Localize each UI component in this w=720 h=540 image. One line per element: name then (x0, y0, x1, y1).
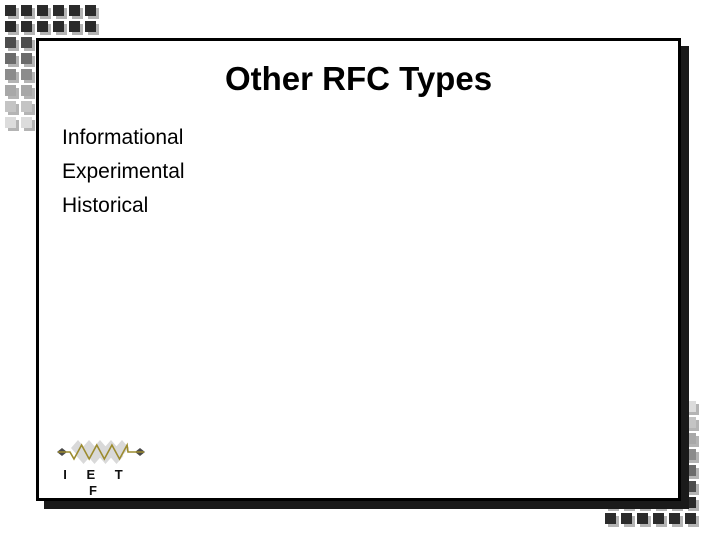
decoration-square (69, 5, 83, 19)
list-item: Informational (62, 126, 184, 149)
decoration-square (21, 53, 35, 67)
decoration-square (685, 513, 699, 527)
ietf-logo: I E T F (52, 437, 152, 498)
decoration-square-face (37, 21, 48, 32)
decoration-square-face (37, 5, 48, 16)
decoration-square-face (5, 5, 16, 16)
decoration-square-face (5, 101, 16, 112)
decoration-square-face (653, 513, 664, 524)
decoration-square-face (85, 21, 96, 32)
decoration-square-face (21, 85, 32, 96)
ietf-logo-text: I E T F (63, 467, 131, 498)
decoration-square-face (685, 513, 696, 524)
decoration-square (637, 513, 651, 527)
decoration-square (21, 37, 35, 51)
decoration-square (21, 101, 35, 115)
decoration-square (605, 513, 619, 527)
decoration-square-face (69, 21, 80, 32)
content-frame: Other RFC Types Informational Experiment… (36, 38, 681, 501)
decoration-square-face (5, 53, 16, 64)
decoration-square (37, 5, 51, 19)
decoration-square-face (621, 513, 632, 524)
decoration-square (21, 21, 35, 35)
decoration-square (5, 69, 19, 83)
decoration-square (5, 117, 19, 131)
decoration-square-face (21, 117, 32, 128)
decoration-square (5, 101, 19, 115)
slide-canvas: Other RFC Types Informational Experiment… (0, 0, 720, 540)
list-item: Experimental (62, 160, 185, 183)
decoration-square (85, 21, 99, 35)
decoration-square (21, 85, 35, 99)
decoration-square (669, 513, 683, 527)
decoration-square-face (69, 5, 80, 16)
decoration-square-face (637, 513, 648, 524)
decoration-square-face (21, 53, 32, 64)
page-title: Other RFC Types (224, 60, 493, 97)
decoration-square-face (53, 21, 64, 32)
decoration-square-face (669, 513, 680, 524)
decoration-square (69, 21, 83, 35)
decoration-square (5, 37, 19, 51)
list-item: Historical (62, 194, 149, 217)
decoration-square (5, 21, 19, 35)
decoration-square-face (21, 101, 32, 112)
decoration-square-face (5, 117, 16, 128)
decoration-square-face (21, 37, 32, 48)
decoration-square (5, 53, 19, 67)
decoration-square (21, 5, 35, 19)
decoration-square (53, 21, 67, 35)
decoration-square-face (53, 5, 64, 16)
decoration-square (85, 5, 99, 19)
decoration-square-face (5, 85, 16, 96)
decoration-square (53, 5, 67, 19)
decoration-square-face (5, 69, 16, 80)
decoration-square (5, 85, 19, 99)
decoration-square-face (21, 69, 32, 80)
decoration-square (621, 513, 635, 527)
ietf-logo-art-icon (52, 437, 152, 467)
decoration-square (21, 69, 35, 83)
decoration-square-face (85, 5, 96, 16)
decoration-square (653, 513, 667, 527)
decoration-square (21, 117, 35, 131)
decoration-square (5, 5, 19, 19)
decoration-square (37, 21, 51, 35)
decoration-square-face (605, 513, 616, 524)
decoration-square-face (5, 21, 16, 32)
decoration-square-face (21, 21, 32, 32)
decoration-square-face (21, 5, 32, 16)
bullet-list: Informational Experimental Historical (62, 121, 622, 223)
decoration-square-face (5, 37, 16, 48)
